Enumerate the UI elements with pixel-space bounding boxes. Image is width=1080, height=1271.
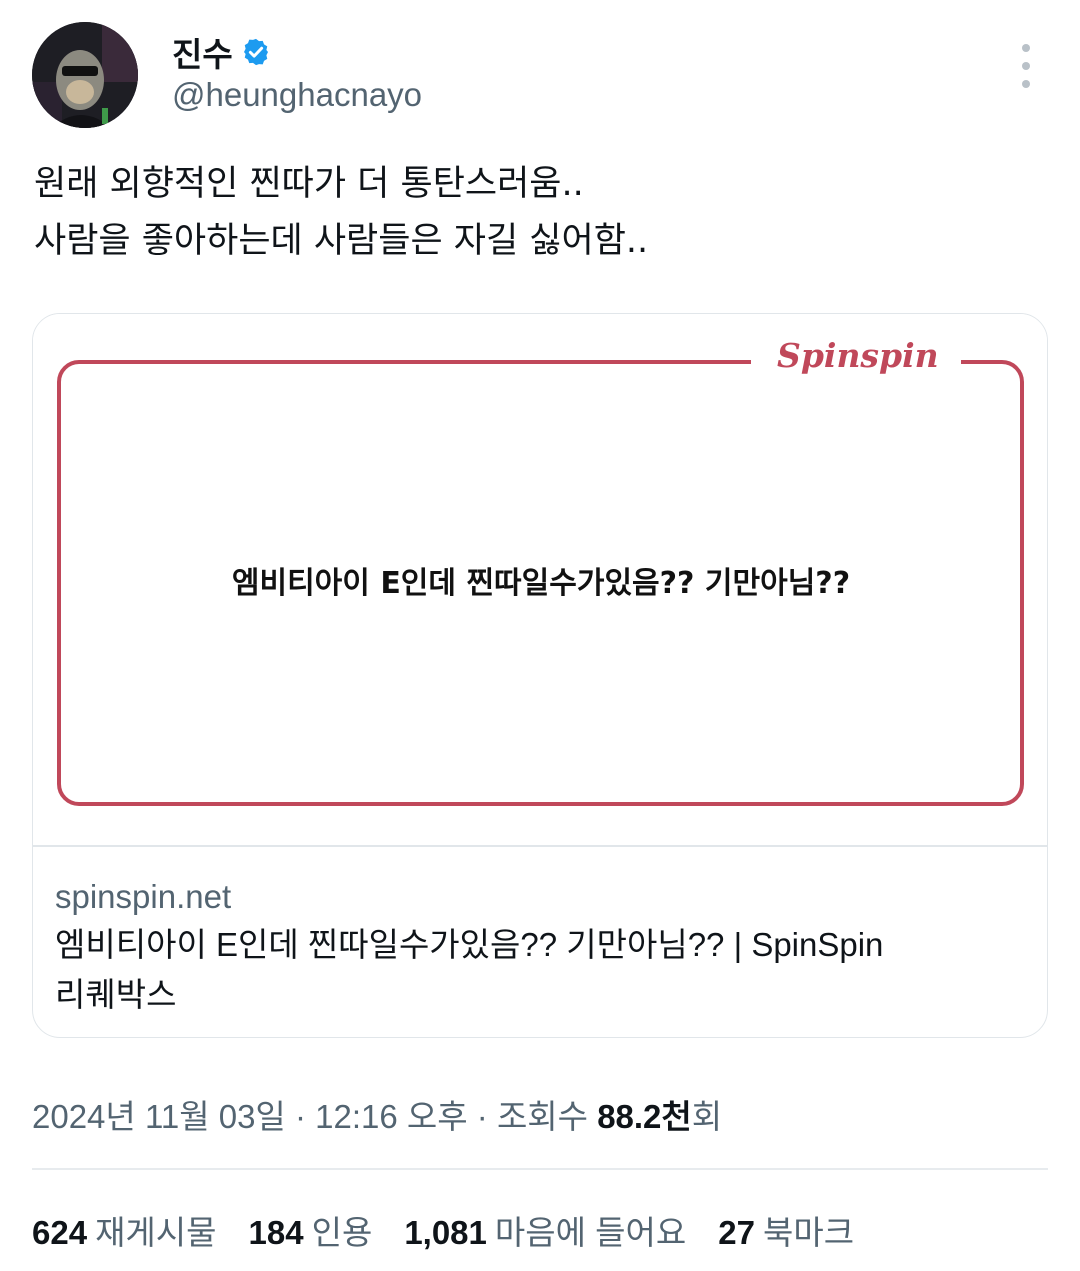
tweet-text: 원래 외향적인 찐따가 더 통탄스러움.. 사람을 좋아하는데 사람들은 자길 …: [34, 156, 648, 270]
quotes-count: 184: [248, 1214, 304, 1251]
link-card-title-continued: 리퀘박스: [55, 976, 177, 1013]
separator: ·: [285, 1098, 316, 1135]
tweet-metadata: 2024년 11월 03일 · 12:16 오후 · 조회수 88.2천회: [32, 1090, 722, 1138]
reposts-stat[interactable]: 624 재게시물: [32, 1206, 217, 1254]
tweet-time[interactable]: 12:16 오후: [315, 1098, 467, 1135]
link-card[interactable]: Spinspin 엠비티아이 E인데 찐따일수가있음?? 기만아님?? spin…: [32, 313, 1048, 1038]
link-card-domain: spinspin.net: [55, 878, 232, 915]
link-card-image[interactable]: Spinspin 엠비티아이 E인데 찐따일수가있음?? 기만아님??: [33, 314, 1047, 845]
views-label: 조회수: [496, 1098, 598, 1135]
spinspin-logo: Spinspin: [777, 336, 939, 375]
engagement-stats: 624 재게시물 184 인용 1,081 마음에 들어요 27 북마크: [32, 1206, 854, 1254]
quotes-label: 인용: [311, 1214, 373, 1251]
views-count: 88.2천: [597, 1098, 692, 1135]
likes-label: 마음에 들어요: [494, 1214, 687, 1251]
separator: ·: [467, 1098, 497, 1135]
author-handle[interactable]: @heunghacnayo: [172, 76, 422, 114]
avatar-image: [32, 22, 138, 128]
likes-stat[interactable]: 1,081 마음에 들어요: [404, 1206, 686, 1254]
quotes-stat[interactable]: 184 인용: [249, 1206, 373, 1254]
likes-count: 1,081: [404, 1214, 487, 1251]
bookmarks-label: 북마크: [762, 1214, 855, 1251]
link-card-title: 엠비티아이 E인데 찐따일수가있음?? 기만아님?? | SpinSpin: [55, 926, 884, 963]
bookmarks-stat[interactable]: 27 북마크: [718, 1206, 854, 1254]
views-suffix: 회: [691, 1098, 723, 1135]
author-display-name[interactable]: 진수: [172, 28, 233, 76]
bookmarks-count: 27: [718, 1214, 755, 1251]
link-card-meta[interactable]: spinspin.net 엠비티아이 E인데 찐따일수가있음?? 기만아님?? …: [55, 874, 1017, 1020]
divider: [32, 1168, 1048, 1170]
author-name-row[interactable]: 진수: [172, 28, 271, 76]
more-options-icon[interactable]: [1010, 44, 1042, 88]
tweet-line: 사람을 좋아하는데 사람들은 자길 싫어함..: [34, 221, 649, 261]
reposts-count: 624: [32, 1214, 88, 1251]
card-image-headline: 엠비티아이 E인데 찐따일수가있음?? 기만아님??: [231, 566, 851, 601]
tweet-line: 원래 외향적인 찐따가 더 통탄스러움..: [34, 164, 584, 204]
reposts-label: 재게시물: [95, 1214, 217, 1251]
verified-badge-icon: [243, 38, 268, 66]
author-avatar[interactable]: [32, 22, 138, 128]
tweet-date[interactable]: 2024년 11월 03일: [32, 1098, 286, 1135]
